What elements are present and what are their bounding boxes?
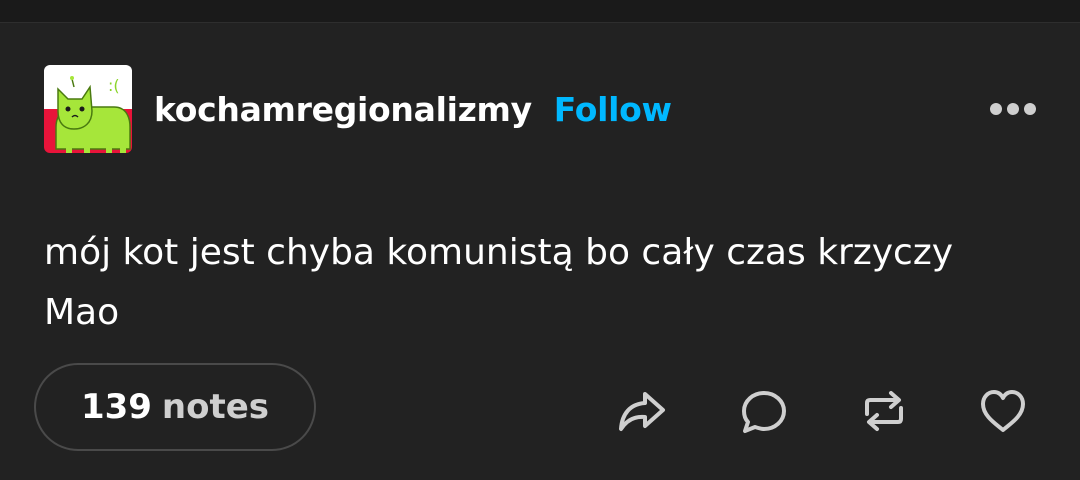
share-button[interactable] (617, 386, 667, 436)
post-body-text: mój kot jest chyba komunistą bo cały cza… (44, 232, 954, 333)
top-bar (0, 0, 1080, 23)
reply-button[interactable] (739, 386, 789, 436)
post-card: :( kochamregionalizmy Follow mój kot jes… (0, 23, 1080, 480)
username-link[interactable]: kochamregionalizmy (154, 90, 532, 129)
avatar[interactable]: :( (44, 65, 132, 153)
more-options-icon (1007, 103, 1019, 115)
notes-label: notes (161, 387, 270, 427)
avatar-image: :( (44, 65, 132, 153)
share-icon (619, 392, 665, 431)
reblog-button[interactable] (859, 386, 909, 436)
heart-icon (981, 390, 1025, 432)
post-header: :( kochamregionalizmy Follow (44, 65, 672, 153)
like-button[interactable] (978, 386, 1028, 436)
avatar-face-text: :( (108, 76, 120, 95)
more-options-button[interactable] (990, 95, 1036, 123)
reblog-icon (865, 391, 903, 431)
notes-button[interactable]: 139 notes (34, 363, 316, 451)
more-options-icon (990, 103, 1002, 115)
reply-icon (742, 391, 786, 433)
notes-count: 139 (80, 387, 152, 427)
follow-button[interactable]: Follow (554, 90, 672, 129)
more-options-icon (1024, 103, 1036, 115)
